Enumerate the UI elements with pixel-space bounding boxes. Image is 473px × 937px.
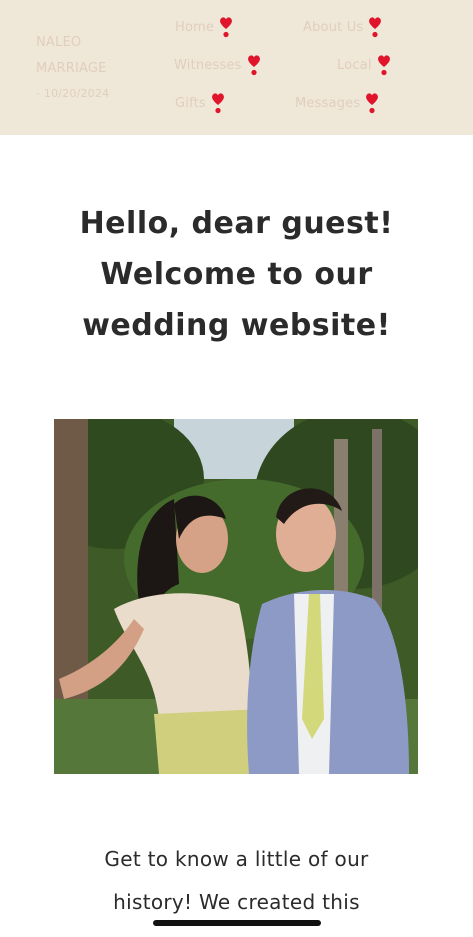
welcome-heading: Hello, dear guest! Welcome to our weddin… [0, 198, 473, 351]
welcome-line: Welcome to our [100, 257, 373, 292]
wedding-date: - 10/20/2024 [36, 87, 110, 100]
history-line: Get to know a little of our [104, 847, 369, 871]
nav-local-label: Local [337, 57, 372, 73]
heart-exclamation-icon [211, 92, 225, 114]
history-line: history! We created this [113, 890, 360, 914]
nav-messages-label: Messages [295, 95, 361, 111]
site-brand[interactable]: NALEO MARRIAGE - 10/20/2024 [36, 30, 109, 107]
site-header: NALEO MARRIAGE - 10/20/2024 Home About U… [0, 0, 473, 135]
heart-exclamation-icon [368, 16, 382, 38]
couple-photo [54, 419, 418, 774]
heart-exclamation-icon [365, 92, 379, 114]
nav-messages[interactable]: Messages [295, 92, 379, 114]
nav-witnesses[interactable]: Witnesses [174, 54, 261, 76]
nav-gifts[interactable]: Gifts [175, 92, 225, 114]
nav-home[interactable]: Home [175, 16, 233, 38]
heart-exclamation-icon [219, 16, 233, 38]
nav-witnesses-label: Witnesses [174, 57, 242, 73]
home-indicator[interactable] [153, 920, 321, 926]
nav-home-label: Home [175, 19, 215, 35]
brand-subtitle: MARRIAGE [36, 60, 107, 76]
history-paragraph: Get to know a little of our history! We … [0, 838, 473, 924]
brand-name: NALEO [36, 35, 82, 50]
welcome-line: Hello, dear guest! [79, 206, 394, 241]
nav-about-us[interactable]: About Us [303, 16, 382, 38]
nav-gifts-label: Gifts [175, 95, 206, 111]
heart-exclamation-icon [247, 54, 261, 76]
nav-about-us-label: About Us [303, 19, 364, 35]
heart-exclamation-icon [377, 54, 391, 76]
nav-local[interactable]: Local [337, 54, 391, 76]
welcome-line: wedding website! [82, 308, 391, 343]
